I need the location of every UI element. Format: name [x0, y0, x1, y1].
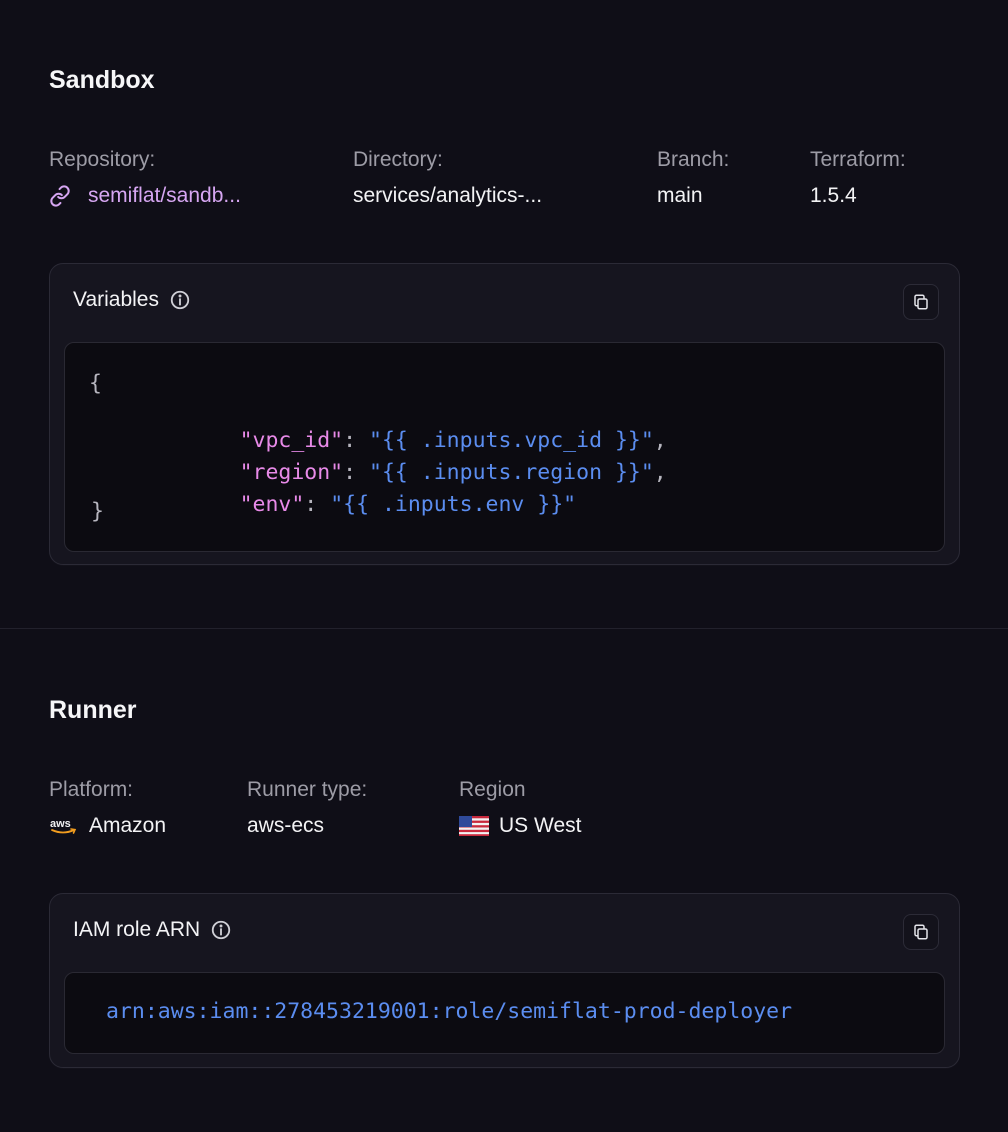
runner-section: Runner Platform: aws Amazon Runner type:…	[0, 629, 1008, 1132]
branch-value: main	[657, 184, 703, 207]
variables-title: Variables	[73, 288, 159, 311]
json-line: "env": "{{ .inputs.env }}"	[239, 492, 577, 517]
sandbox-section: Sandbox Repository: semiflat/sandb... Di…	[0, 0, 1008, 628]
branch-label: Branch:	[657, 148, 730, 171]
sandbox-title: Sandbox	[49, 66, 155, 94]
region-value: US West	[499, 814, 582, 837]
iam-arn-value: arn:aws:iam::278453219001:role/semiflat-…	[106, 999, 793, 1024]
json-close-brace: }	[91, 499, 104, 524]
repository-link[interactable]: semiflat/sandb...	[49, 184, 241, 208]
iam-header: IAM role ARN	[73, 918, 232, 942]
runner-type-field: Runner type: aws-ecs	[247, 778, 367, 838]
iam-title: IAM role ARN	[73, 918, 201, 941]
platform-value: Amazon	[89, 814, 167, 837]
terraform-value: 1.5.4	[810, 184, 857, 207]
runner-type-value: aws-ecs	[247, 814, 325, 837]
copy-icon	[912, 923, 930, 941]
copy-variables-button[interactable]	[903, 284, 939, 320]
runner-type-label: Runner type:	[247, 778, 368, 801]
iam-card: IAM role ARN arn:aws:iam::278453219001:r…	[49, 893, 960, 1068]
platform-value-row: aws Amazon	[49, 814, 166, 838]
us-flag-icon	[459, 816, 489, 836]
repository-value: semiflat/sandb...	[88, 184, 241, 207]
directory-label: Directory:	[353, 148, 443, 171]
branch-field: Branch: main	[657, 148, 729, 208]
directory-field: Directory: services/analytics-...	[353, 148, 542, 208]
json-open-brace: {	[89, 371, 102, 396]
json-value: "{{ .inputs.env }}"	[330, 492, 577, 517]
info-icon[interactable]	[210, 919, 232, 941]
variables-card: Variables { "vpc_id": "{{ .inputs.vpc_id	[49, 263, 960, 565]
json-key: "env"	[239, 492, 305, 517]
region-field: Region US West	[459, 778, 581, 838]
directory-value: services/analytics-...	[353, 184, 543, 207]
platform-field: Platform: aws Amazon	[49, 778, 166, 838]
variables-header: Variables	[73, 288, 191, 312]
repository-label: Repository:	[49, 148, 156, 171]
variables-code-block: { "vpc_id": "{{ .inputs.vpc_id }}", "reg…	[64, 342, 945, 552]
aws-logo-icon: aws	[49, 816, 79, 836]
region-value-row: US West	[459, 814, 581, 838]
iam-code-block: arn:aws:iam::278453219001:role/semiflat-…	[64, 972, 945, 1054]
terraform-field: Terraform: 1.5.4	[810, 148, 906, 208]
copy-iam-button[interactable]	[903, 914, 939, 950]
region-label: Region	[459, 778, 526, 801]
copy-icon	[912, 293, 930, 311]
info-icon[interactable]	[169, 289, 191, 311]
link-icon	[49, 185, 71, 207]
runner-title: Runner	[49, 696, 137, 724]
svg-text:aws: aws	[50, 818, 71, 830]
terraform-label: Terraform:	[810, 148, 906, 171]
repository-field: Repository: semiflat/sandb...	[49, 148, 241, 208]
platform-label: Platform:	[49, 778, 134, 801]
